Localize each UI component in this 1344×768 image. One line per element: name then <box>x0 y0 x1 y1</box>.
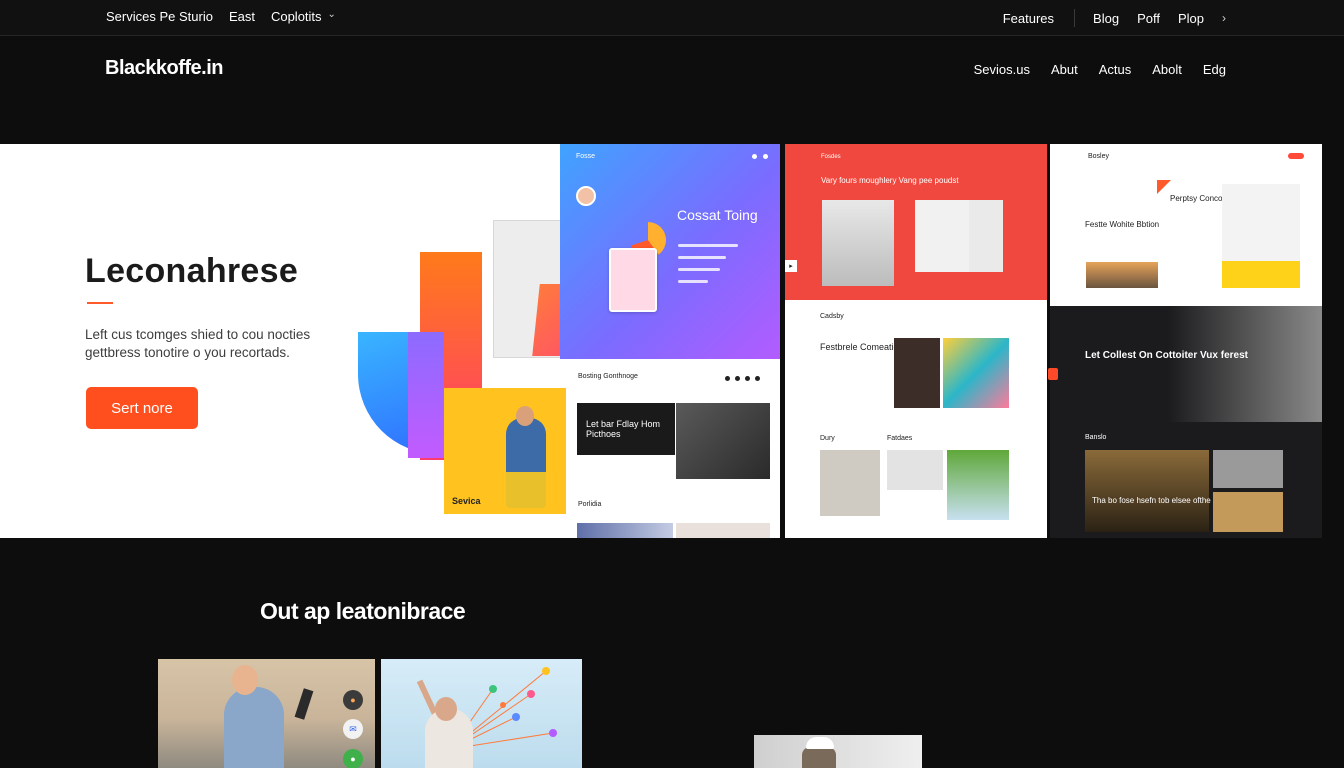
chevron-right-icon[interactable]: ▸ <box>785 260 797 272</box>
nav-item-abolt[interactable]: Abolt <box>1152 62 1182 77</box>
portrait-photo <box>887 450 943 490</box>
person-image <box>224 687 284 768</box>
hero-panel: Leconahrese Left cus tcomges shied to co… <box>0 144 780 538</box>
mini-site-brand: Bosting Gonthnoge <box>578 373 638 380</box>
template-cta-pill[interactable] <box>1288 153 1304 159</box>
phone-image <box>294 688 314 720</box>
chef-hat <box>806 737 834 749</box>
utility-nav-right: Features Blog Poff Plop › <box>985 9 1226 27</box>
people-photo <box>820 450 880 516</box>
nav-item-edg[interactable]: Edg <box>1203 62 1226 77</box>
utility-bar: Services Pe Sturio East Coplotits ⌄ Feat… <box>0 0 1344 36</box>
person-photo <box>1222 184 1300 288</box>
preview-title: Cossat Toing <box>677 207 758 223</box>
hero-description: Left cus tcomges shied to cou nocties ge… <box>85 327 311 360</box>
hero-showcase: Leconahrese Left cus tcomges shied to co… <box>0 144 1322 538</box>
location-icon[interactable]: ● <box>343 749 363 768</box>
template-headline: Vary fours moughlery Vang pee poudst <box>821 176 959 185</box>
nav-item-about[interactable]: Abut <box>1051 62 1078 77</box>
template-label: Banslo <box>1085 434 1107 441</box>
utility-link-features[interactable]: Features <box>1003 11 1054 26</box>
gradient-preview-card[interactable]: Fosse Cossat Toing <box>560 144 780 359</box>
mail-icon[interactable]: ✉ <box>343 719 363 739</box>
utility-link-poff[interactable]: Poff <box>1137 11 1160 26</box>
template-headline: Let Collest On Cottoiter Vux ferest <box>1085 350 1248 361</box>
phone-card <box>609 248 657 312</box>
thumb-strip <box>577 523 673 538</box>
person-photo <box>1168 306 1322 422</box>
accent-triangle <box>1157 180 1171 194</box>
network-graphic <box>450 667 557 750</box>
mini-site-headline: Let bar Fdlay Hom Picthoes <box>577 403 675 455</box>
template-subheadline: Festte Wohite Bbtion <box>1085 220 1160 229</box>
person-head <box>516 406 534 426</box>
site-header: Blackkoffe.in Sevios.us Abut Actus Abolt… <box>0 37 1344 107</box>
template-label: Cadsby <box>820 313 844 320</box>
hero-cta-button[interactable]: Sert nore <box>86 387 198 429</box>
nav-item-actus[interactable]: Actus <box>1099 62 1132 77</box>
group-photo <box>676 403 770 479</box>
preview-label: Fosse <box>576 153 596 160</box>
template-card-white[interactable]: Cadsby Festbrele Comeation Sives Dury Fa… <box>785 300 1047 538</box>
person-image <box>802 747 836 768</box>
utility-link-services[interactable]: Services Pe Sturio <box>106 9 213 24</box>
avatar <box>576 186 596 206</box>
site-logo[interactable]: Blackkoffe.in <box>105 57 223 80</box>
preview-icons <box>752 154 768 159</box>
color-photo <box>943 338 1009 408</box>
template-caption: Tha bo fose hsefn tob elsee ofthe <box>1092 496 1211 505</box>
template-card-dark[interactable]: Let Collest On Cottoiter Vux ferest Bans… <box>1048 306 1322 538</box>
template-card-white-right[interactable]: Bosley Perptsy Concomenry Nuopy Festte W… <box>1050 144 1322 306</box>
hero-accent-rule <box>87 302 113 304</box>
slider-handle[interactable] <box>1048 368 1058 380</box>
preview-text-lines <box>678 244 738 292</box>
mini-site-icons <box>725 376 760 381</box>
nav-item-services[interactable]: Sevios.us <box>974 62 1030 77</box>
people-photo <box>1213 492 1283 532</box>
chevron-right-icon[interactable]: › <box>1222 11 1226 25</box>
portfolio-thumb-network[interactable] <box>381 659 582 768</box>
hero-title: Leconahrese <box>85 252 299 290</box>
template-brand: Bosley <box>1088 153 1110 160</box>
person-head <box>435 697 457 721</box>
mini-site-sublabel: Porlidia <box>578 501 602 508</box>
portrait-photo <box>894 338 940 408</box>
event-photo <box>1085 450 1209 532</box>
person-image <box>506 418 546 508</box>
utility-link-blog[interactable]: Blog <box>1093 11 1119 26</box>
thumb-strip <box>676 523 770 538</box>
chevron-down-icon[interactable]: ⌄ <box>328 9 336 24</box>
team-photo <box>915 200 975 272</box>
team-photo <box>969 200 1003 272</box>
chat-icon[interactable]: ● <box>343 690 363 710</box>
couple-photo <box>822 200 894 286</box>
utility-link-coplotits[interactable]: Coplotits <box>271 9 322 24</box>
purple-shape <box>408 332 444 458</box>
portfolio-thumb-woman[interactable]: ● ✉ ● <box>158 659 375 768</box>
yellow-card-caption: Sevica <box>452 496 481 506</box>
template-nav: Fosdes <box>821 154 841 160</box>
section-title: Out ap leatonibrace <box>260 598 466 624</box>
main-nav: Sevios.us Abut Actus Abolt Edg <box>953 62 1226 77</box>
yellow-feature-card[interactable]: Sevica <box>444 388 566 514</box>
car-photo <box>1213 450 1283 488</box>
mini-site-preview[interactable]: Bosting Gonthnoge Let bar Fdlay Hom Pict… <box>566 359 780 538</box>
utility-link-plop[interactable]: Plop <box>1178 11 1204 26</box>
template-card-red[interactable]: Fosdes Vary fours moughlery Vang pee pou… <box>785 144 1047 300</box>
portfolio-thumb-chef[interactable] <box>754 735 922 768</box>
template-label: Fatdaes <box>887 435 913 442</box>
utility-link-east[interactable]: East <box>229 9 255 24</box>
outdoor-photo <box>947 450 1009 520</box>
divider <box>1074 9 1076 27</box>
utility-nav-left: Services Pe Sturio East Coplotits ⌄ <box>106 9 352 24</box>
landscape-photo <box>1086 262 1158 288</box>
template-label: Dury <box>820 435 835 442</box>
person-head <box>232 665 258 695</box>
